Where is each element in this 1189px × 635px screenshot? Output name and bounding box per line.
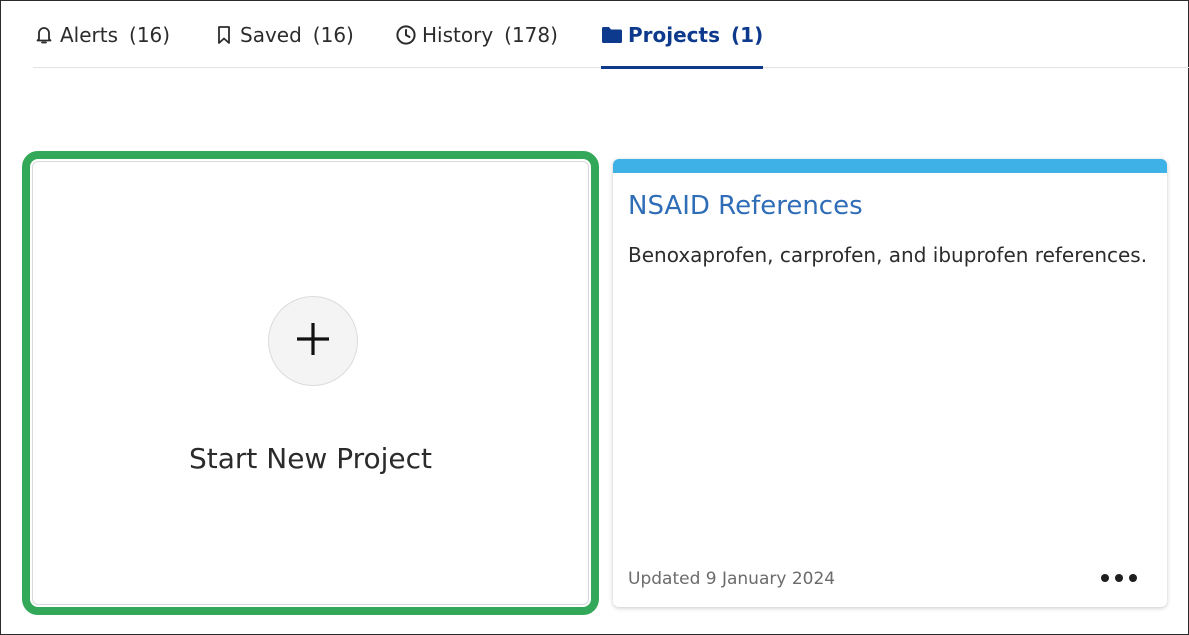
- plus-icon: [295, 321, 331, 361]
- dot: [1129, 574, 1137, 582]
- add-project-button[interactable]: [268, 296, 358, 386]
- tab-projects[interactable]: Projects (1): [601, 1, 764, 69]
- start-new-project-card[interactable]: Start New Project: [22, 151, 599, 615]
- project-card[interactable]: NSAID References Benoxaprofen, carprofen…: [613, 159, 1167, 607]
- tab-count: (16): [129, 22, 171, 47]
- dot: [1115, 574, 1123, 582]
- tab-bar: Alerts (16) Saved (16) History (178) Pro…: [33, 1, 1189, 69]
- project-description: Benoxaprofen, carprofen, and ibuprofen r…: [628, 243, 1148, 267]
- more-options-icon[interactable]: [1101, 569, 1137, 587]
- tab-label: Projects: [628, 22, 721, 47]
- tab-label: Saved: [240, 22, 302, 47]
- project-title[interactable]: NSAID References: [628, 191, 863, 221]
- tab-count: (1): [731, 22, 764, 47]
- tab-count: (178): [504, 22, 558, 47]
- project-updated-date: Updated 9 January 2024: [628, 569, 836, 589]
- bell-icon: [33, 24, 55, 46]
- tab-label: History: [422, 22, 494, 47]
- start-new-project-label: Start New Project: [188, 442, 433, 475]
- tab-history[interactable]: History (178): [395, 1, 558, 68]
- tab-saved[interactable]: Saved (16): [213, 1, 354, 68]
- card-inner: Start New Project: [32, 161, 589, 605]
- clock-icon: [395, 24, 417, 46]
- projects-page: Alerts (16) Saved (16) History (178) Pro…: [0, 0, 1189, 635]
- bookmark-icon: [213, 24, 235, 46]
- folder-icon: [601, 24, 623, 46]
- dot: [1101, 574, 1109, 582]
- tab-label: Alerts: [60, 22, 119, 47]
- card-accent-bar: [613, 159, 1167, 173]
- tab-count: (16): [312, 22, 354, 47]
- tab-alerts[interactable]: Alerts (16): [33, 1, 170, 68]
